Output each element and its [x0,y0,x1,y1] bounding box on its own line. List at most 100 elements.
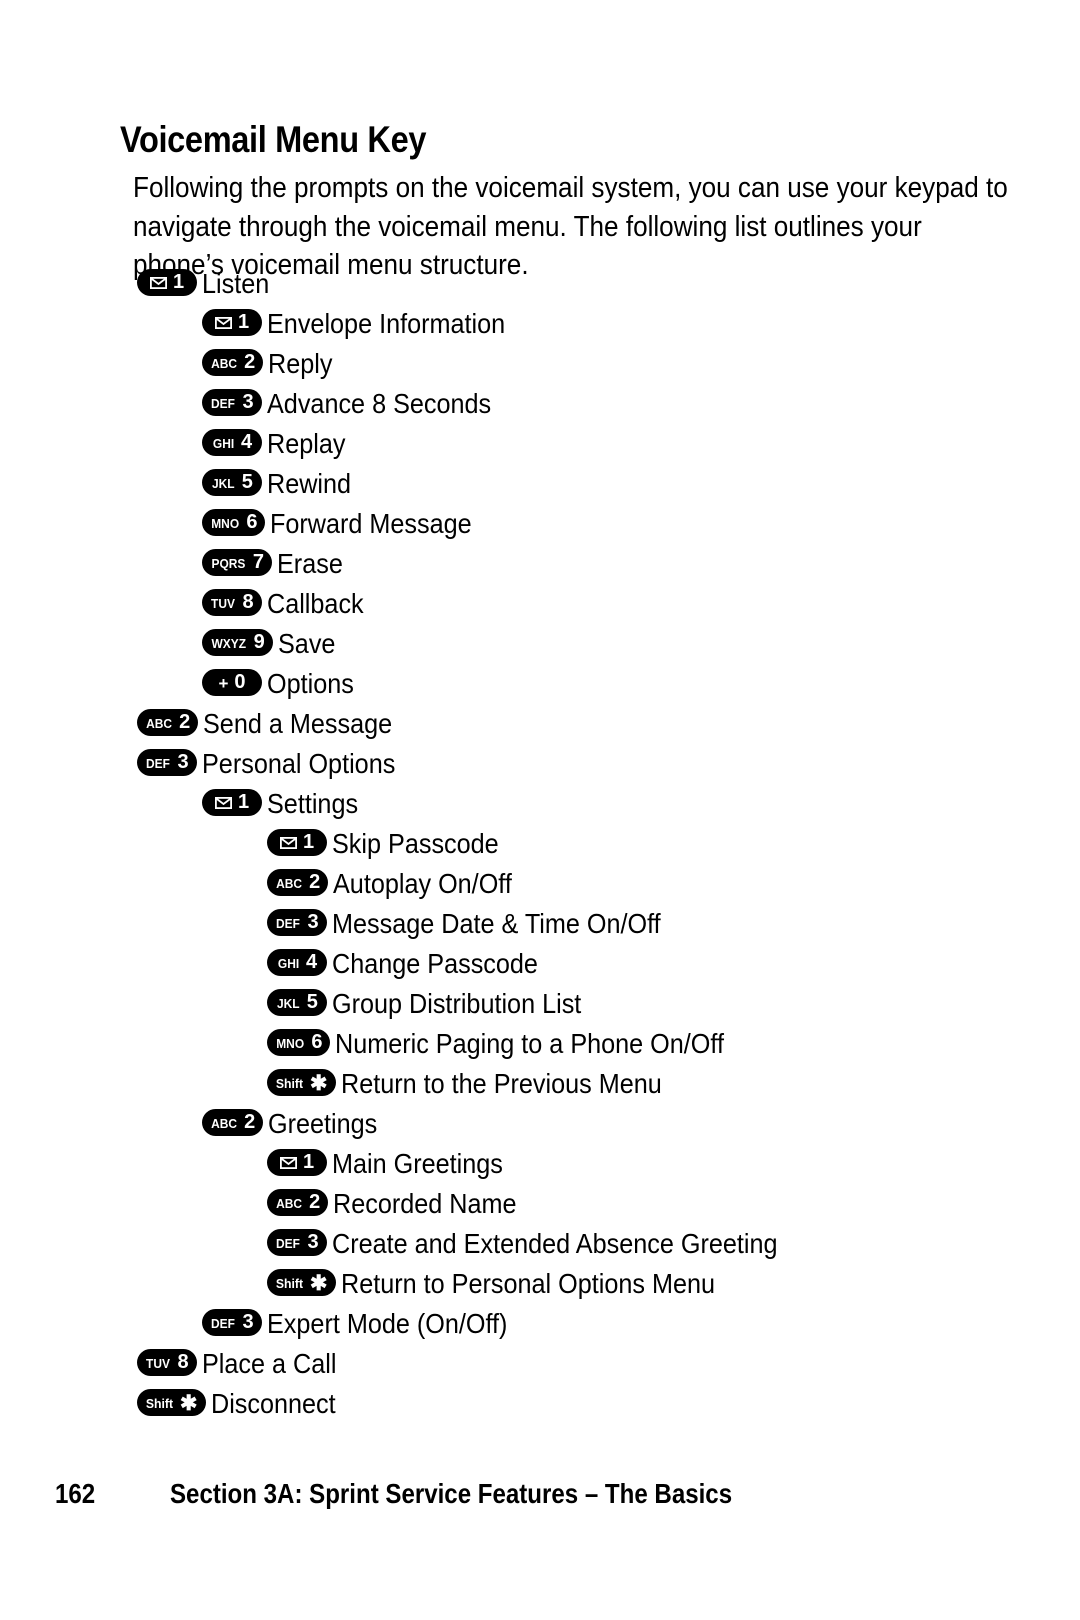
key-digit: 2 [244,1111,256,1133]
menu-item-label: Place a Call [202,1348,337,1379]
keypad-key-badge: 1 [267,1148,327,1176]
key-digit: 3 [177,751,189,773]
menu-item-label: Return to Personal Options Menu [340,1268,715,1299]
keypad-key-badge: 1 [202,308,262,336]
menu-item-label: Expert Mode (On/Off) [267,1308,508,1339]
menu-item: 1 Main Greetings [0,1143,1080,1183]
key-letters: ABC [146,715,173,731]
menu-item-label: Settings [267,788,359,819]
shift-key-label: Shift [275,1075,304,1091]
menu-item-label: Numeric Paging to a Phone On/Off [335,1028,725,1059]
key-letters: DEF [146,755,171,771]
menu-item: Shift ✱ Disconnect [0,1383,1080,1423]
envelope-icon [214,317,232,329]
menu-item: DEF 3 Expert Mode (On/Off) [0,1303,1080,1343]
menu-item-label: Forward Message [270,508,473,539]
menu-item: DEF 3 Create and Extended Absence Greeting [0,1223,1080,1263]
key-digit: 2 [309,1191,321,1213]
envelope-icon [279,837,297,849]
keypad-key-badge: Shift ✱ [137,1388,206,1416]
key-digit: 8 [177,1351,189,1373]
keypad-key-badge: PQRS 7 [202,548,272,576]
asterisk-icon: ✱ [309,1271,328,1295]
menu-item: WXYZ 9 Save [0,623,1080,663]
menu-item-label: Autoplay On/Off [333,868,513,899]
menu-item-label: Erase [276,548,343,579]
menu-item-label: Callback [267,588,364,619]
keypad-key-badge: DEF 3 [267,1228,327,1256]
menu-item-label: Return to the Previous Menu [340,1068,662,1099]
keypad-key-badge: ABC 2 [202,1108,264,1136]
key-letters: DEF [276,1235,301,1251]
menu-item-label: Reply [268,348,333,379]
menu-item-label: Rewind [267,468,352,499]
keypad-key-badge: 1 [267,828,327,856]
keypad-key-badge: JKL 5 [267,988,327,1016]
menu-item: TUV 8 Callback [0,583,1080,623]
key-digit: 0 [234,671,246,693]
keypad-key-badge: GHI 4 [202,428,262,456]
plus-icon: + [218,673,229,693]
menu-item-label: Skip Passcode [332,828,499,859]
key-digit: 6 [246,511,258,533]
key-digit: 1 [172,271,185,293]
keypad-key-badge: Shift ✱ [267,1268,336,1296]
key-digit: 1 [237,311,250,333]
menu-item: JKL 5 Group Distribution List [0,983,1080,1023]
key-letters: MNO [211,515,240,531]
keypad-key-badge: ABC 2 [137,708,199,736]
menu-item-label: Advance 8 Seconds [267,388,492,419]
keypad-key-badge: 1 [202,788,262,816]
menu-item-label: Main Greetings [332,1148,503,1179]
menu-item-label: Disconnect [210,1388,336,1419]
menu-item: PQRS 7 Erase [0,543,1080,583]
menu-item: ABC 2 Reply [0,343,1080,383]
menu-item: Shift ✱ Return to the Previous Menu [0,1063,1080,1103]
footer-section-title: Section 3A: Sprint Service Features – Th… [170,1478,733,1509]
key-digit: 4 [306,951,318,973]
key-digit: 3 [242,391,254,413]
key-digit: 3 [242,1311,254,1333]
key-digit: 8 [242,591,254,613]
menu-item-label: Create and Extended Absence Greeting [332,1228,778,1259]
keypad-key-badge: Shift ✱ [267,1068,336,1096]
menu-item-label: Save [277,628,336,659]
keypad-key-badge: ABC 2 [267,868,329,896]
menu-item-label: Listen [202,268,270,299]
envelope-icon [214,797,232,809]
key-letters: GHI [212,435,235,451]
asterisk-icon: ✱ [309,1071,328,1095]
menu-item: DEF 3 Advance 8 Seconds [0,383,1080,423]
footer-page-number: 162 [55,1478,96,1509]
shift-key-label: Shift [145,1395,174,1411]
menu-item: GHI 4 Replay [0,423,1080,463]
menu-item-label: Recorded Name [333,1188,517,1219]
key-letters: TUV [211,595,236,611]
key-digit: 3 [307,1231,319,1253]
menu-item: Shift ✱ Return to Personal Options Menu [0,1263,1080,1303]
asterisk-icon: ✱ [179,1391,198,1415]
menu-item: DEF 3 Message Date & Time On/Off [0,903,1080,943]
key-letters: WXYZ [211,635,247,651]
menu-item: 1 Skip Passcode [0,823,1080,863]
key-letters: ABC [276,1195,303,1211]
page-title: Voicemail Menu Key [120,118,427,160]
key-letters: DEF [276,915,301,931]
key-letters: JKL [277,995,300,1011]
keypad-key-badge: ABC 2 [267,1188,329,1216]
key-letters: GHI [277,955,300,971]
key-digit: 4 [241,431,253,453]
menu-item: JKL 5 Rewind [0,463,1080,503]
menu-item: ABC 2 Autoplay On/Off [0,863,1080,903]
menu-item-label: Change Passcode [332,948,538,979]
keypad-key-badge: DEF 3 [267,908,327,936]
menu-item: TUV 8 Place a Call [0,1343,1080,1383]
key-letters: DEF [211,395,236,411]
key-letters: ABC [211,355,238,371]
menu-item-label: Envelope Information [267,308,506,339]
page-footer: 162 Section 3A: Sprint Service Features … [0,1478,1080,1528]
keypad-key-badge: DEF 3 [202,1308,262,1336]
keypad-key-badge: WXYZ 9 [202,628,273,656]
menu-item-label: Message Date & Time On/Off [332,908,661,939]
key-letters: DEF [211,1315,236,1331]
